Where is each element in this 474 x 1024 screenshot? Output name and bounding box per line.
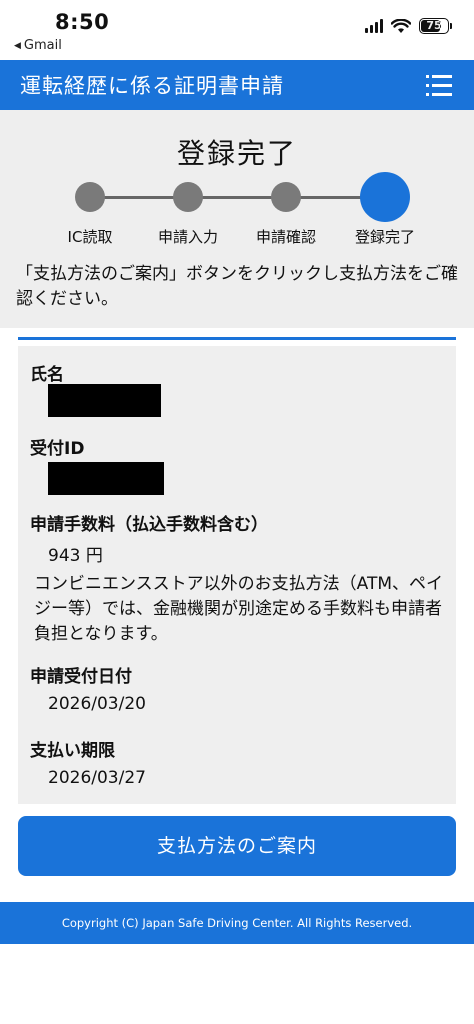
app-header: 運転経歴に係る証明書申請 bbox=[0, 60, 474, 110]
battery-icon: 75 bbox=[419, 18, 452, 34]
application-date-value: 2026/03/20 bbox=[48, 694, 146, 714]
redacted-name bbox=[48, 384, 161, 417]
back-triangle-icon: ◀ bbox=[14, 40, 21, 51]
back-to-app-link[interactable]: ◀ Gmail bbox=[14, 38, 62, 53]
battery-percent: 75 bbox=[426, 19, 442, 32]
status-icons: 75 bbox=[365, 18, 452, 34]
fee-value: 943 円 bbox=[48, 546, 103, 566]
progress-section: 登録完了 IC読取 申請入力 申請確認 登録完了 「支払方法のご案内」ボタンをクリック… bbox=[0, 110, 474, 328]
step-dot-1 bbox=[75, 182, 105, 212]
status-time: 8:50 bbox=[55, 10, 110, 34]
status-bar: 8:50 ◀ Gmail 75 bbox=[0, 0, 474, 60]
name-label: 氏名 bbox=[30, 365, 64, 385]
wifi-icon bbox=[391, 18, 411, 33]
step-dot-4 bbox=[360, 172, 410, 222]
redacted-receipt-id bbox=[48, 462, 164, 495]
step-dot-3 bbox=[271, 182, 301, 212]
payment-deadline-value: 2026/03/27 bbox=[48, 768, 146, 788]
application-date-label: 申請受付日付 bbox=[30, 667, 132, 687]
receipt-id-label: 受付ID bbox=[30, 439, 85, 459]
payment-deadline-label: 支払い期限 bbox=[30, 741, 115, 761]
step-label-2: 申請入力 bbox=[157, 228, 218, 246]
hamburger-menu-icon[interactable] bbox=[426, 73, 452, 97]
registration-details: 氏名 受付ID 申請手数料（払込手数料含む） 943 円 コンビニエンスストア以… bbox=[18, 346, 456, 804]
instruction-message: 「支払方法のご案内」ボタンをクリックし支払方法をご確認ください。 bbox=[16, 264, 458, 309]
back-app-label: Gmail bbox=[23, 38, 62, 53]
fee-label: 申請手数料（払込手数料含む） bbox=[30, 515, 268, 535]
section-divider bbox=[18, 337, 456, 340]
cellular-signal-icon bbox=[365, 19, 383, 33]
step-label-3: 申請確認 bbox=[255, 228, 316, 246]
step-label-4: 登録完了 bbox=[354, 228, 415, 246]
fee-note: コンビニエンスストア以外のお支払方法（ATM、ペイジー等）では、金融機関が別途定… bbox=[34, 574, 444, 644]
page-title: 運転経歴に係る証明書申請 bbox=[20, 74, 284, 98]
step-label-1: IC読取 bbox=[67, 228, 113, 246]
payment-guide-button[interactable]: 支払方法のご案内 bbox=[18, 816, 456, 876]
step-connector bbox=[90, 196, 385, 199]
footer-copyright: Copyright (C) Japan Safe Driving Center.… bbox=[0, 902, 474, 944]
step-dot-2 bbox=[173, 182, 203, 212]
